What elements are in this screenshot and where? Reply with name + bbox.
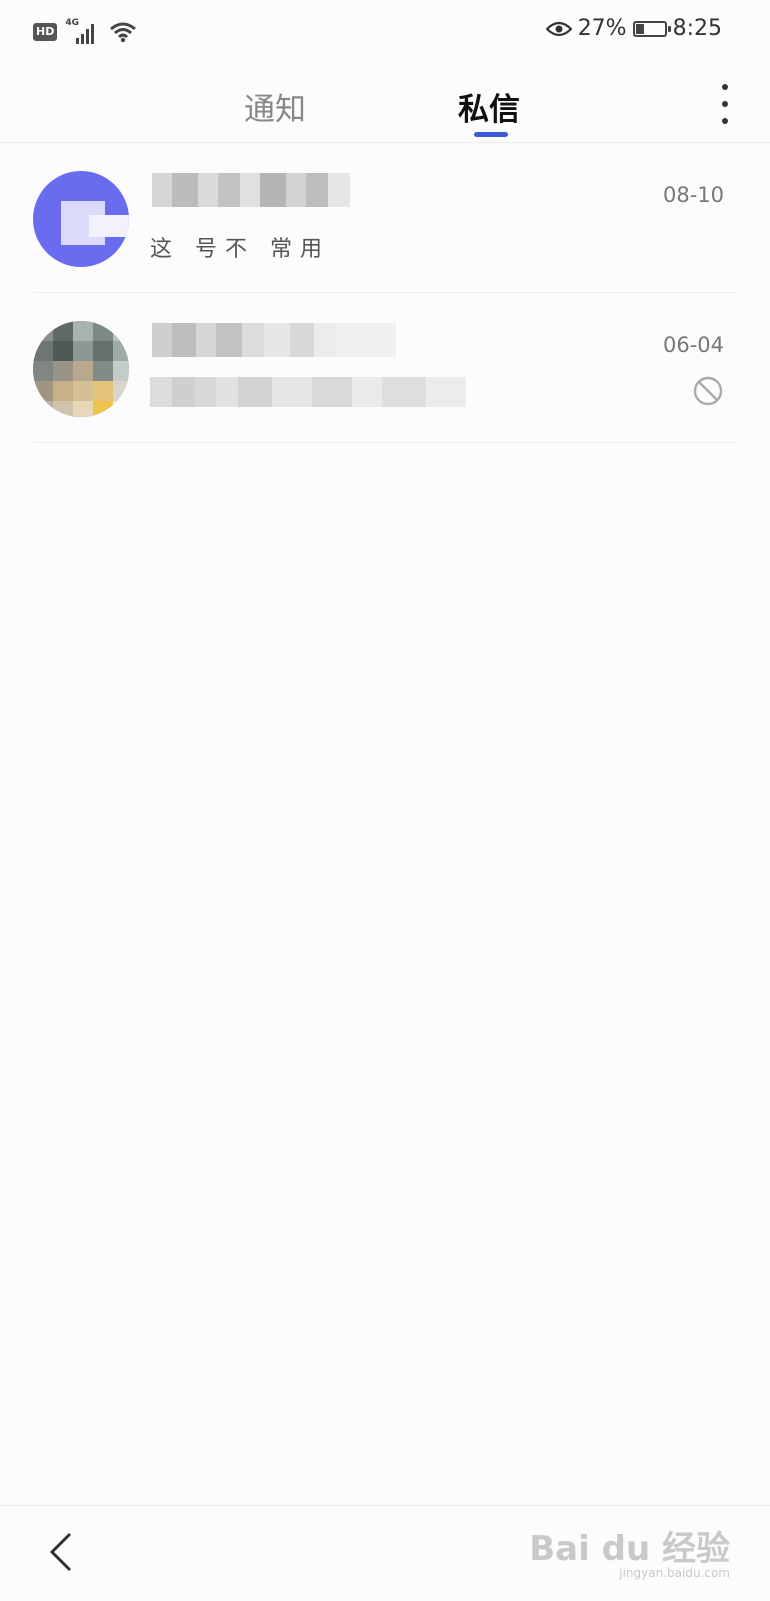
header: 通知 私信: [0, 62, 770, 143]
tab-private-messages[interactable]: 私信: [458, 84, 520, 129]
watermark-url: jingyan.baidu.com: [619, 1566, 730, 1580]
block-icon: [693, 376, 723, 406]
battery-percent: 27%: [577, 16, 627, 41]
message-preview-redacted: [150, 377, 466, 407]
message-preview: 这 号不 常用: [150, 237, 330, 262]
battery-icon: [632, 20, 671, 37]
list-item[interactable]: 06-04: [0, 293, 770, 443]
more-vertical-icon[interactable]: [720, 84, 730, 124]
divider: [34, 442, 736, 443]
tab-indicator: [474, 132, 508, 137]
message-date: 08-10: [662, 183, 724, 207]
list-item[interactable]: 这 号不 常用 08-10: [0, 143, 770, 293]
tab-notifications[interactable]: 通知: [244, 84, 306, 129]
clock: 8:25: [672, 16, 722, 41]
eye-icon: [545, 21, 572, 36]
sender-name-redacted: [152, 323, 396, 357]
watermark-logo: Bai du 经验: [529, 1529, 730, 1569]
sender-name-redacted: [152, 173, 350, 207]
status-right: 27% 8:25: [545, 16, 722, 41]
status-bar: HD 4G 27% 8:25: [0, 0, 770, 62]
wifi-icon: [110, 22, 137, 43]
back-arrow-icon[interactable]: [42, 1528, 82, 1576]
message-list: 这 号不 常用 08-10 06-04: [0, 143, 770, 443]
status-left: HD 4G: [33, 18, 137, 44]
message-date: 06-04: [662, 333, 724, 357]
hd-badge: HD: [33, 23, 58, 41]
avatar: [33, 321, 129, 417]
bottom-nav: Bai du 经验 jingyan.baidu.com: [0, 1505, 770, 1601]
signal-icon: 4G: [65, 18, 101, 44]
avatar: [33, 171, 129, 267]
